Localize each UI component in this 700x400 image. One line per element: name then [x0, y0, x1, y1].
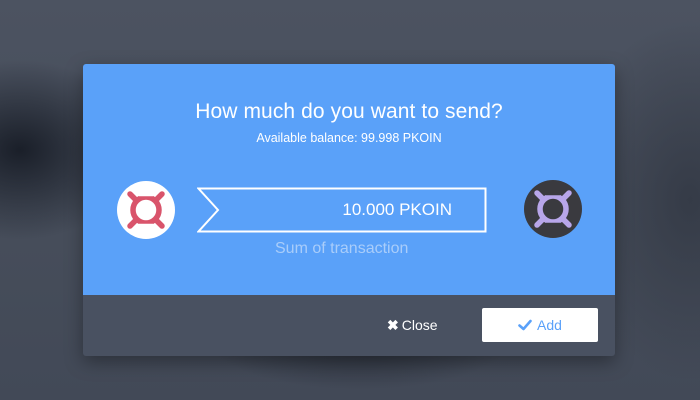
- pkoin-logo-icon: [534, 190, 572, 228]
- add-button[interactable]: Add: [482, 308, 598, 342]
- available-balance: Available balance: 99.998 PKOIN: [256, 131, 442, 145]
- amount-input[interactable]: 10.000 PKOIN: [197, 187, 487, 233]
- pkoin-logo-icon: [127, 191, 165, 229]
- recipient-avatar: [524, 180, 582, 238]
- dialog-body: How much do you want to send? Available …: [83, 64, 615, 295]
- checkmark-icon: [518, 319, 532, 331]
- close-icon: ✖: [387, 316, 399, 333]
- close-button[interactable]: ✖ Close: [387, 310, 443, 340]
- amount-caption: Sum of transaction: [275, 240, 409, 257]
- dialog-title: How much do you want to send?: [195, 100, 503, 123]
- sender-avatar: [117, 181, 175, 239]
- close-button-label: Close: [401, 317, 438, 333]
- send-dialog: How much do you want to send? Available …: [83, 64, 615, 356]
- amount-value[interactable]: 10.000 PKOIN: [342, 200, 452, 220]
- add-button-label: Add: [537, 317, 562, 333]
